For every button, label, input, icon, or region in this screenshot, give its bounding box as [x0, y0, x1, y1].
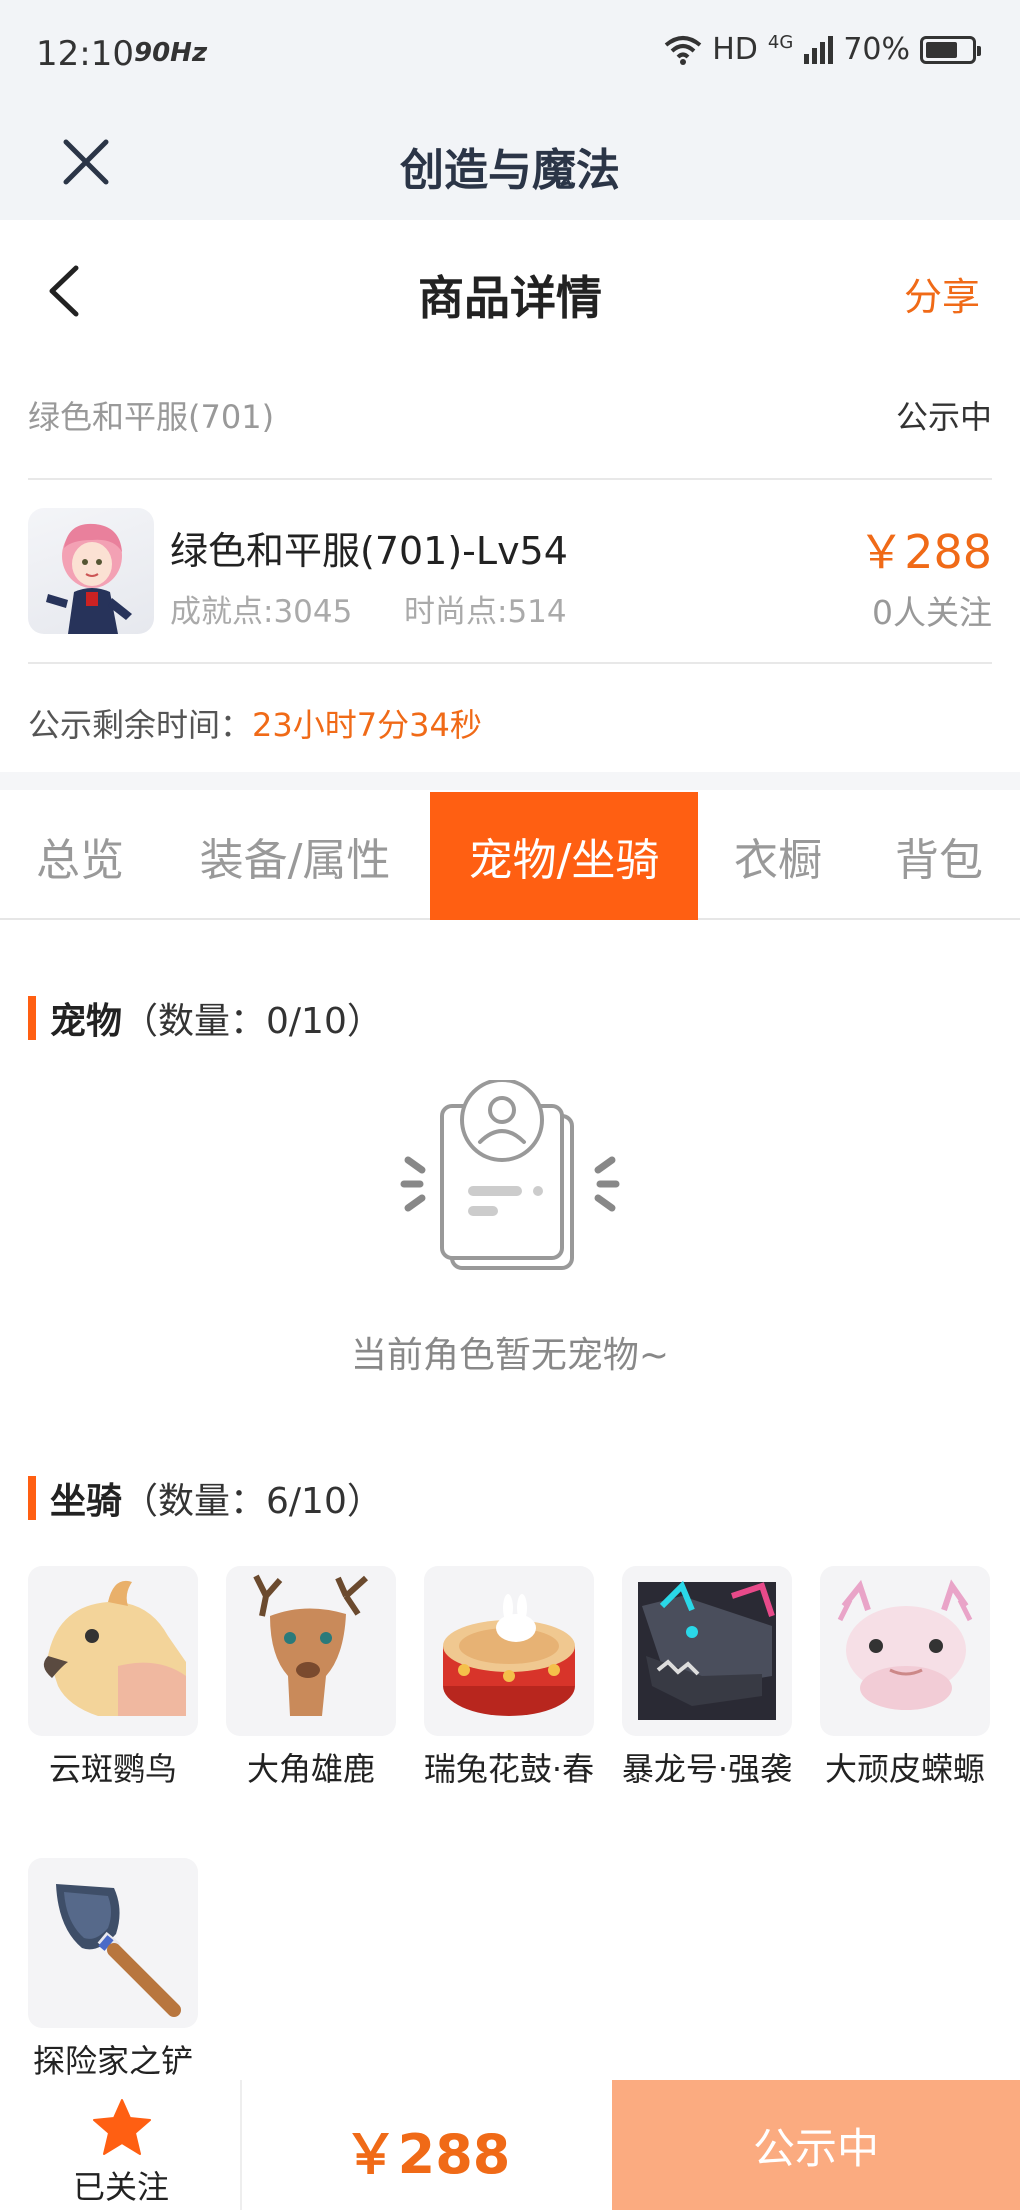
- mount-card[interactable]: 大顽皮蝾螈: [820, 1566, 990, 1792]
- signal-icon: [804, 35, 834, 64]
- mount-image: [622, 1566, 792, 1736]
- mount-image: [28, 1858, 198, 2028]
- section-marker: [28, 996, 36, 1040]
- mount-name: 暴龙号·强袭: [621, 1750, 793, 1788]
- listing-name: 绿色和平服(701): [28, 398, 275, 436]
- mount-card[interactable]: 云斑鹦鸟: [28, 1566, 198, 1792]
- countdown: 公示剩余时间：23小时7分34秒: [28, 700, 482, 746]
- follower-count: 0人关注: [872, 593, 992, 632]
- star-icon: [93, 2099, 151, 2155]
- pets-count: （数量：0/10）: [122, 1001, 383, 1042]
- mounts-title: 坐骑: [50, 1481, 123, 1522]
- tab-backpack[interactable]: 背包: [858, 792, 1020, 920]
- character-avatar: [28, 508, 154, 634]
- wifi-icon: [664, 35, 702, 65]
- pets-empty-message: 当前角色暂无宠物~: [350, 1335, 670, 1376]
- section-marker: [28, 1476, 36, 1520]
- countdown-value: 23小时7分34秒: [252, 706, 482, 744]
- listing-status: 公示中: [895, 398, 992, 436]
- listing-price: ￥288: [858, 525, 992, 579]
- app-bar: 创造与魔法: [0, 108, 1020, 220]
- countdown-label: 公示剩余时间：: [28, 706, 253, 744]
- tab-overview[interactable]: 总览: [0, 792, 160, 920]
- mount-card[interactable]: 大角雄鹿: [226, 1566, 396, 1792]
- battery-icon: [920, 35, 981, 64]
- page-title: 商品详情: [418, 271, 602, 325]
- achievement-points: 成就点:3045: [170, 594, 353, 630]
- listing-info-row: 绿色和平服(701) 公示中: [28, 392, 992, 438]
- listing-item[interactable]: 绿色和平服(701)-Lv54 成就点:3045 时尚点:514 ￥288 0人…: [28, 506, 992, 636]
- listing-title: 绿色和平服(701)-Lv54: [170, 529, 568, 573]
- mount-name: 云斑鹦鸟: [48, 1750, 177, 1788]
- mount-image: [28, 1566, 198, 1736]
- mounts-count: （数量：6/10）: [122, 1481, 383, 1522]
- mount-card[interactable]: 暴龙号·强袭: [622, 1566, 792, 1792]
- status-time: 12:10: [36, 34, 134, 74]
- status-action-button[interactable]: 公示中: [612, 2080, 1020, 2210]
- mount-image: [424, 1566, 594, 1736]
- share-button[interactable]: 分享: [904, 266, 980, 321]
- bottom-price: ￥288: [343, 2123, 511, 2186]
- bottom-action-bar: 已关注 ￥288 公示中: [0, 2080, 1020, 2210]
- divider: [28, 478, 992, 480]
- mount-name: 大角雄鹿: [246, 1750, 375, 1788]
- tab-wardrobe[interactable]: 衣橱: [698, 792, 858, 920]
- follow-button[interactable]: 已关注: [0, 2080, 242, 2210]
- tab-pets-mounts[interactable]: 宠物/坐骑: [430, 792, 698, 920]
- section-gap: [0, 772, 1020, 790]
- status-bar: 12:10 90Hz HD 4G 70%: [0, 0, 1020, 108]
- mount-image: [820, 1566, 990, 1736]
- mount-name: 探险家之铲: [32, 2042, 193, 2080]
- divider: [28, 662, 992, 664]
- pets-title: 宠物: [50, 1001, 123, 1042]
- mount-name: 瑞兔花鼓·春: [423, 1750, 595, 1788]
- mounts-section-title: 坐骑 （数量：6/10）: [28, 1476, 383, 1522]
- pets-section-title: 宠物 （数量：0/10）: [28, 996, 383, 1042]
- signal-label: 4G: [767, 32, 794, 53]
- mount-image: [226, 1566, 396, 1736]
- tab-bar: 总览 装备/属性 宠物/坐骑 衣橱 背包: [0, 792, 1020, 920]
- mount-name: 大顽皮蝾螈: [824, 1750, 985, 1788]
- network-label: HD: [712, 32, 758, 67]
- app-title: 创造与魔法: [400, 145, 620, 196]
- empty-profile-icon: [400, 1080, 620, 1270]
- battery-percent: 70%: [843, 32, 910, 67]
- follow-label: 已关注: [72, 2168, 169, 2206]
- fashion-points: 时尚点:514: [404, 594, 567, 630]
- status-icons: HD 4G 70%: [664, 32, 981, 67]
- mount-card[interactable]: 探险家之铲: [28, 1858, 198, 2084]
- refresh-rate: 90Hz: [134, 38, 208, 68]
- tab-equipment[interactable]: 装备/属性: [160, 792, 430, 920]
- mount-card[interactable]: 瑞兔花鼓·春: [424, 1566, 594, 1792]
- page-header: 商品详情 分享: [0, 220, 1020, 360]
